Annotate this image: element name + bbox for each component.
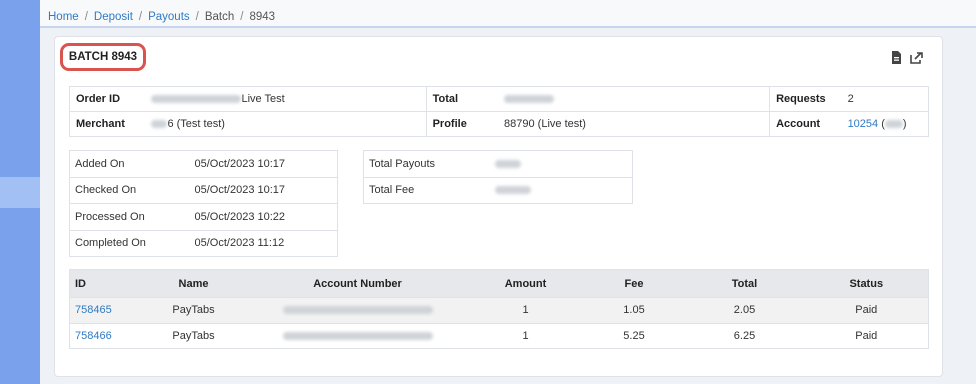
breadcrumb-current: 8943 [249,11,276,23]
checked-on-label: Checked On [69,177,190,204]
table-row: 758466 PayTabs 1 5.25 6.25 Paid [70,323,929,349]
transaction-link[interactable]: 758465 [75,304,112,316]
row-total: 6.25 [733,329,756,342]
row-status: Paid [804,297,929,324]
batch-card: BATCH 8943 Order ID Live Test Total Requ… [54,36,943,377]
total-fee-label: Total Fee [369,184,415,197]
order-id-value: Live Test [145,86,427,112]
account-label: Account [769,111,842,137]
merchant-label: Merchant [76,118,125,130]
title-highlight: BATCH 8943 [60,43,146,71]
breadcrumb: Home / Deposit / Payouts / Batch/8943 [40,0,976,28]
requests-value: 2 [841,86,929,112]
completed-on-value: 05/Oct/2023 11:12 [194,237,285,250]
totals-table: Total Payouts Total Fee [363,150,633,204]
row-id: 758465 [69,297,140,324]
total-payouts-value [489,150,633,178]
row-account-number [248,323,468,349]
added-on-label: Added On [69,150,190,178]
breadcrumb-batch: Batch [204,11,235,23]
profile-label: Profile [425,111,499,137]
row-amount: 1 [522,329,529,342]
account-value: 10254 () [847,118,907,130]
col-amount: Amount [467,269,584,298]
batch-info-table: Order ID Live Test Total Requests 2 Merc… [69,86,929,137]
processed-on-value: 05/Oct/2023 10:22 [189,203,338,231]
account-link[interactable]: 10254 [848,118,879,130]
page-title: BATCH 8943 [68,51,138,63]
added-on-value: 05/Oct/2023 10:17 [189,150,338,178]
breadcrumb-deposit[interactable]: Deposit [94,11,133,23]
dates-table: Added On 05/Oct/2023 10:17 Checked On 05/O… [69,150,338,257]
table-row: 758465 PayTabs 1 1.05 2.05 Paid [69,297,929,324]
row-status: Paid [855,329,878,342]
share-icon[interactable] [910,51,924,67]
col-name: Name [139,269,248,298]
pdf-export-icon[interactable] [891,51,902,67]
row-amount: 1 [467,297,584,324]
breadcrumb-home[interactable]: Home [48,11,79,23]
processed-on-label: Processed On [69,203,190,231]
total-value [498,86,770,112]
total-fee-value [490,177,633,204]
toolbar [891,51,924,67]
row-name: PayTabs [139,297,248,324]
checked-on-value: 05/Oct/2023 10:17 [189,177,338,204]
merchant-value: 6 (Test test) [145,112,426,137]
order-id-label: Order ID [69,86,146,112]
row-fee: 5.25 [623,329,645,342]
col-fee: Fee [583,269,685,298]
requests-label: Requests [769,86,842,112]
profile-value: 88790 (Live test) [504,118,586,130]
col-account-number: Account Number [247,269,468,298]
total-label: Total [425,86,499,112]
col-status: Status [804,269,929,298]
col-total: Total [684,269,805,298]
total-payouts-label: Total Payouts [363,150,490,178]
transaction-link[interactable]: 758466 [75,330,112,342]
transactions-table: ID Name Account Number Amount Fee Total … [69,269,929,349]
breadcrumb-payouts[interactable]: Payouts [148,11,190,23]
sidebar-active-item[interactable] [0,177,40,208]
completed-on-label: Completed On [75,237,146,250]
row-fee: 1.05 [583,297,685,324]
row-id: 758466 [70,323,140,349]
row-account-number [247,297,468,324]
col-id: ID [69,269,140,298]
row-total: 2.05 [684,297,805,324]
row-name: PayTabs [172,329,215,342]
